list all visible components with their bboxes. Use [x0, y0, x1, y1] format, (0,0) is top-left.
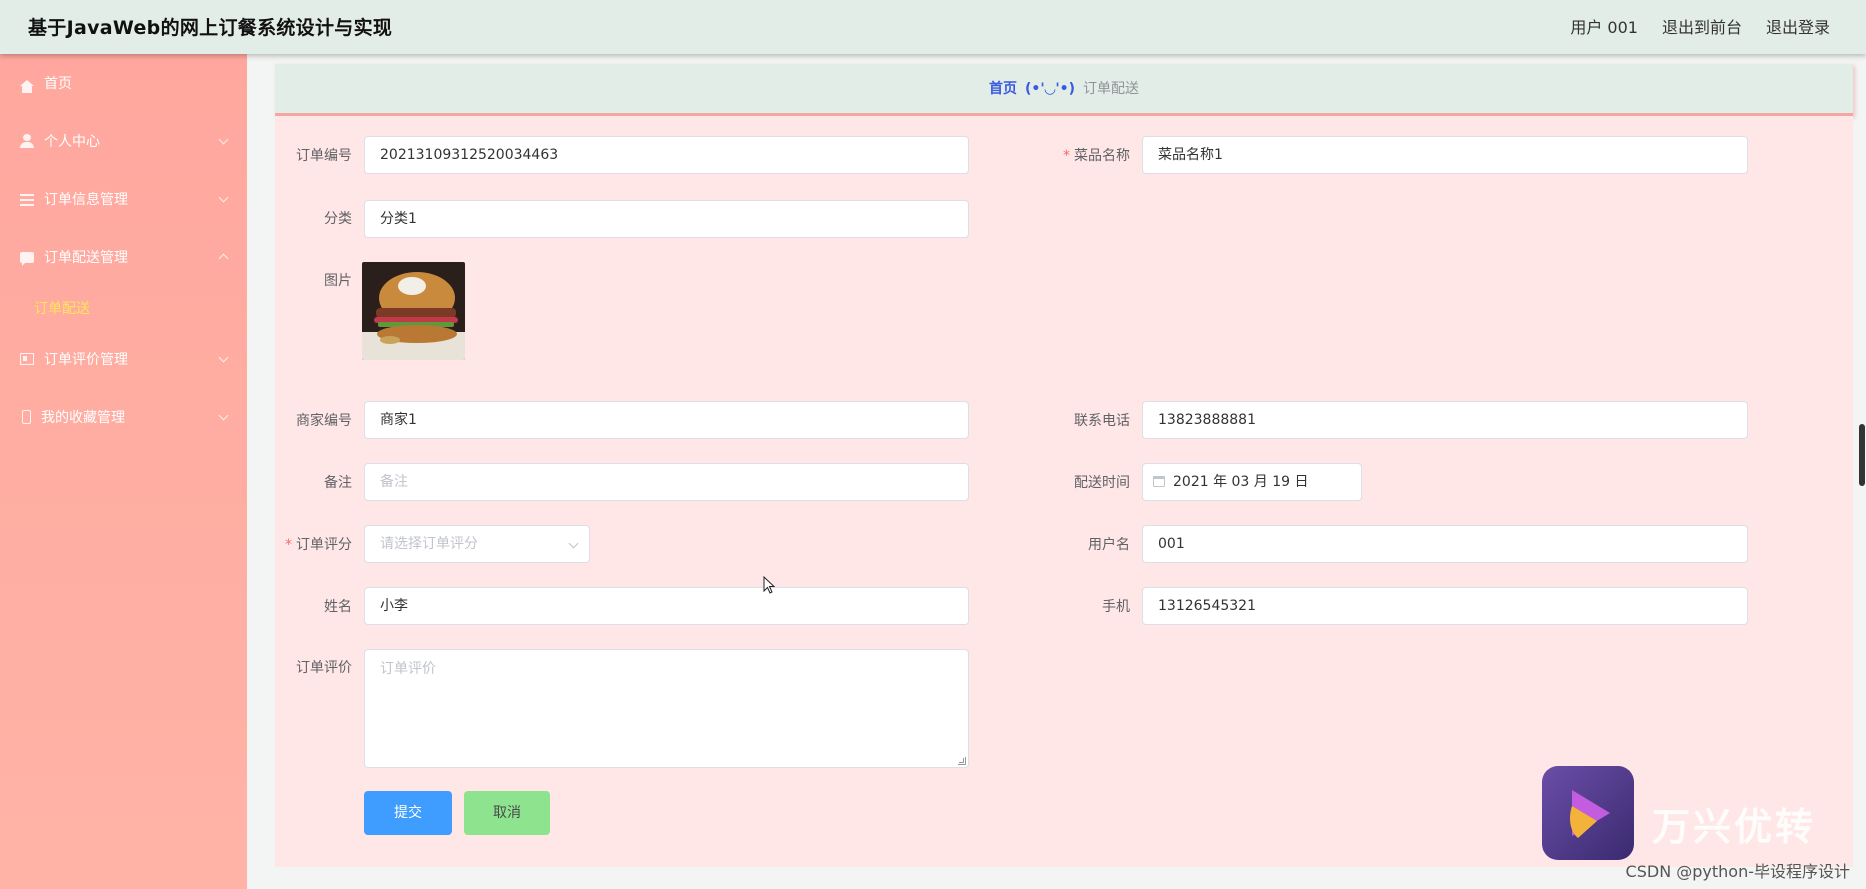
sidebar-item-order-delivery[interactable]: 订单配送管理: [0, 228, 247, 286]
chevron-down-icon: [218, 134, 229, 145]
delivery-time-label: 配送时间: [1074, 475, 1130, 491]
review-label: 订单评价: [296, 660, 352, 676]
resize-handle[interactable]: [958, 757, 966, 765]
category-label: 分类: [324, 211, 352, 227]
merchant-no-input[interactable]: 商家1: [364, 401, 969, 439]
chevron-up-icon: [218, 253, 229, 264]
name-label: 姓名: [324, 599, 352, 615]
sidebar-item-order-info[interactable]: 订单信息管理: [0, 170, 247, 228]
sidebar-item-favorites[interactable]: 我的收藏管理: [0, 388, 247, 446]
mouse-cursor-icon: [763, 576, 776, 594]
sidebar-subitem-order-delivery[interactable]: 订单配送: [0, 286, 247, 330]
category-input[interactable]: 分类1: [364, 200, 969, 238]
card-icon: [20, 353, 34, 365]
breadcrumb-home[interactable]: 首页: [989, 81, 1017, 97]
credit-text: CSDN @python-毕设程序设计: [1625, 862, 1850, 881]
sidebar-item-label: 订单信息管理: [44, 192, 128, 208]
mobile-input[interactable]: 13126545321: [1142, 587, 1748, 625]
logout-link[interactable]: 退出登录: [1766, 14, 1830, 38]
username-input[interactable]: 001: [1142, 525, 1748, 563]
watermark-text: 万兴优转: [1652, 805, 1817, 849]
user-icon: [20, 134, 34, 148]
burger-image: [362, 262, 465, 360]
merchant-no-label: 商家编号: [296, 413, 352, 429]
chevron-down-icon: [218, 192, 229, 203]
phone-label: 联系电话: [1074, 413, 1130, 429]
sidebar: 首页 个人中心 订单信息管理 订单配送管理 订单配送 订单评价管理 我的收藏管理: [0, 54, 247, 889]
sidebar-item-label: 订单评价管理: [44, 352, 128, 368]
sidebar-item-order-review[interactable]: 订单评价管理: [0, 330, 247, 388]
top-links: 用户 001 退出到前台 退出登录: [1570, 14, 1830, 38]
order-no-label: 订单编号: [296, 148, 352, 164]
delivery-time-picker[interactable]: 2021 年 03 月 19 日: [1142, 463, 1362, 501]
to-front-link[interactable]: 退出到前台: [1662, 14, 1742, 38]
review-placeholder: 订单评价: [380, 661, 436, 677]
phone-icon: [22, 410, 31, 424]
chevron-down-icon: [218, 352, 229, 363]
sidebar-item-personal-center[interactable]: 个人中心: [0, 112, 247, 170]
sidebar-item-label: 首页: [44, 76, 72, 92]
top-bar: 基于JavaWeb的网上订餐系统设计与实现 用户 001 退出到前台 退出登录: [0, 0, 1866, 54]
sidebar-item-label: 个人中心: [44, 134, 100, 150]
dish-image[interactable]: [362, 262, 465, 360]
calendar-icon: [1153, 476, 1165, 487]
review-textarea[interactable]: 订单评价: [364, 649, 969, 768]
chevron-down-icon: [218, 410, 229, 421]
chat-icon: [20, 251, 34, 266]
order-no-input[interactable]: 20213109312520034463: [364, 136, 969, 174]
home-icon: [20, 80, 34, 93]
sidebar-item-label: 订单配送管理: [44, 250, 128, 266]
cancel-button[interactable]: 取消: [464, 791, 550, 835]
image-label: 图片: [324, 273, 352, 289]
submit-button[interactable]: 提交: [364, 791, 452, 835]
sidebar-item-label: 我的收藏管理: [41, 410, 125, 426]
remark-label: 备注: [324, 475, 352, 491]
list-icon: [20, 194, 34, 206]
mobile-label: 手机: [1102, 599, 1130, 615]
chevron-down-icon: [568, 538, 579, 549]
phone-input[interactable]: 13823888881: [1142, 401, 1748, 439]
user-label: 用户 001: [1570, 18, 1638, 37]
breadcrumb-current: 订单配送: [1083, 81, 1140, 97]
rating-placeholder: 请选择订单评分: [380, 536, 478, 552]
breadcrumb-separator: (•'◡'•): [1024, 81, 1076, 97]
dish-name-input[interactable]: 菜品名称1: [1142, 136, 1748, 174]
dish-name-label: * 菜品名称: [1063, 148, 1130, 164]
delivery-time-value: 2021 年 03 月 19 日: [1173, 474, 1309, 490]
app-title: 基于JavaWeb的网上订餐系统设计与实现: [28, 17, 393, 39]
username-label: 用户名: [1088, 537, 1130, 553]
sidebar-item-home[interactable]: 首页: [0, 54, 247, 112]
watermark-logo-icon: [1542, 766, 1634, 860]
name-input[interactable]: 小李: [364, 587, 969, 625]
rating-label: * 订单评分: [285, 537, 352, 553]
breadcrumb: 首页 (•'◡'•) 订单配送: [275, 64, 1853, 116]
scrollbar-thumb[interactable]: [1859, 424, 1865, 486]
rating-select[interactable]: 请选择订单评分: [364, 525, 590, 563]
remark-input[interactable]: 备注: [364, 463, 969, 501]
